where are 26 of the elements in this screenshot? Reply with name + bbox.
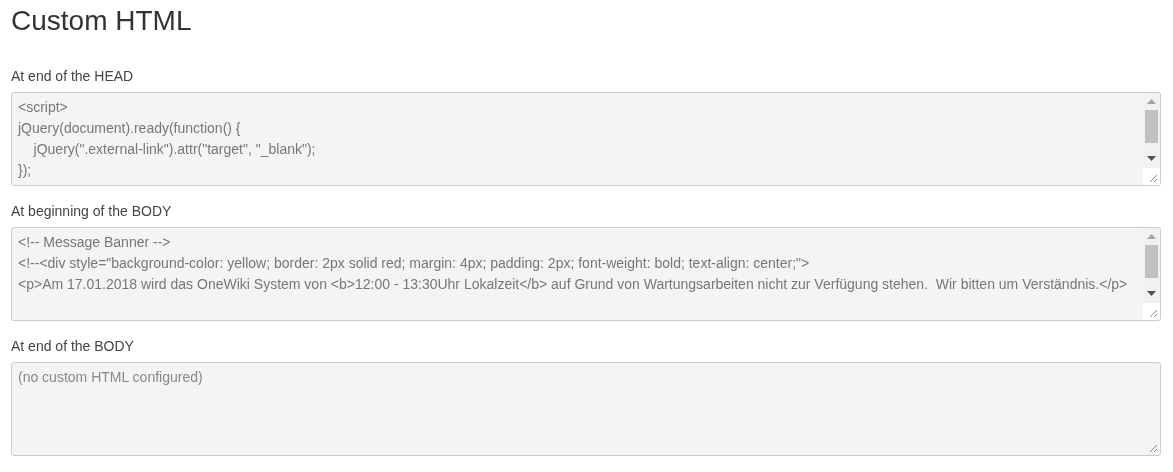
scroll-down-icon[interactable] <box>1147 291 1156 296</box>
page-title: Custom HTML <box>11 4 193 38</box>
field-label: At end of the HEAD <box>11 67 135 86</box>
code-line: jQuery(document).ready(function() { <box>18 119 242 138</box>
code-line: <script> <box>18 98 69 117</box>
resize-grip-icon[interactable] <box>1148 443 1158 453</box>
field-label: At beginning of the BODY <box>11 202 173 221</box>
scroll-up-icon[interactable] <box>1147 99 1156 104</box>
field-label: At end of the BODY <box>11 337 135 356</box>
code-line: <!--<div style="background-color: yellow; border: 2px solid red; margin: 4px; padding: 2px; font-weight: bold; text-align: center;"> <box>18 254 811 273</box>
code-field[interactable]: <script> jQuery(document).ready(function() { jQuery(".external-link").attr("target", "_blank"); }); <box>11 92 1161 186</box>
scroll-down-icon[interactable] <box>1147 156 1156 161</box>
resize-grip-icon[interactable] <box>1148 308 1158 318</box>
code-line: <p>Am 17.01.2018 wird das OneWiki System von <b>12:00 - 13:30Uhr Lokalzeit</b> auf Grund von Wartungsarbeiten nicht zur Verfügung stehen. Wir bitten um Verständnis.</p> <box>18 275 1129 294</box>
code-field[interactable]: (no custom HTML configured) <box>11 362 1161 456</box>
resize-grip-icon[interactable] <box>1148 173 1158 183</box>
placeholder-text: (no custom HTML configured) <box>18 368 204 387</box>
code-line: jQuery(".external-link").attr("target", "_blank"); <box>32 140 317 159</box>
code-field[interactable] <box>11 227 1161 321</box>
code-line: }); <box>18 161 33 180</box>
scrollbar-thumb[interactable] <box>1145 245 1158 278</box>
resize-corner <box>1143 303 1160 320</box>
resize-corner <box>1143 168 1160 185</box>
code-line: <!-- Message Banner --> <box>18 233 172 252</box>
scrollbar-thumb[interactable] <box>1145 110 1158 143</box>
scroll-up-icon[interactable] <box>1147 234 1156 239</box>
